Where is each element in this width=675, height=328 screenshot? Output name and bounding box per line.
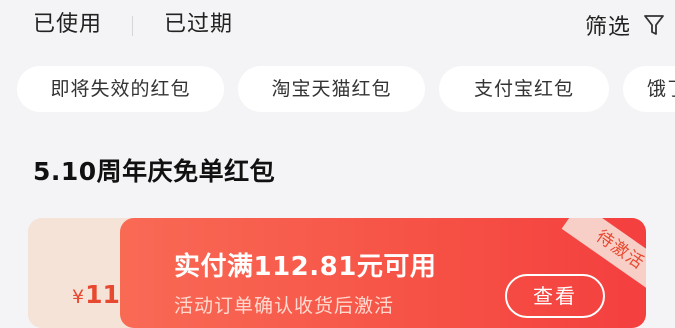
filter-button[interactable]: 筛选: [585, 8, 665, 42]
filter-funnel-icon: [643, 13, 665, 37]
tab-used[interactable]: 已使用: [33, 8, 102, 42]
tab-expired[interactable]: 已过期: [164, 8, 233, 42]
tab-divider: [132, 16, 133, 36]
chip-alipay[interactable]: 支付宝红包: [439, 66, 609, 112]
currency-symbol: ¥: [72, 286, 85, 308]
coupon-amount-panel: [28, 218, 128, 328]
view-button[interactable]: 查看: [505, 274, 605, 318]
coupon-card[interactable]: ¥112.80 实付满112.81元可用 活动订单确认收货后激活 查看 待激活: [28, 218, 646, 328]
chip-expiring-soon[interactable]: 即将失效的红包: [17, 66, 224, 112]
top-tab-bar: 已使用 已过期 筛选: [0, 0, 675, 52]
coupon-subtitle: 活动订单确认收货后激活: [174, 295, 395, 317]
coupon-title: 实付满112.81元可用: [174, 252, 437, 282]
filter-label: 筛选: [584, 15, 631, 40]
filter-chip-row: 即将失效的红包 淘宝天猫红包 支付宝红包 饿了: [17, 66, 675, 114]
chip-eleme[interactable]: 饿了: [623, 66, 675, 112]
section-title: 5.10周年庆免单红包: [33, 157, 276, 186]
chip-taobao-tmall[interactable]: 淘宝天猫红包: [238, 66, 425, 112]
